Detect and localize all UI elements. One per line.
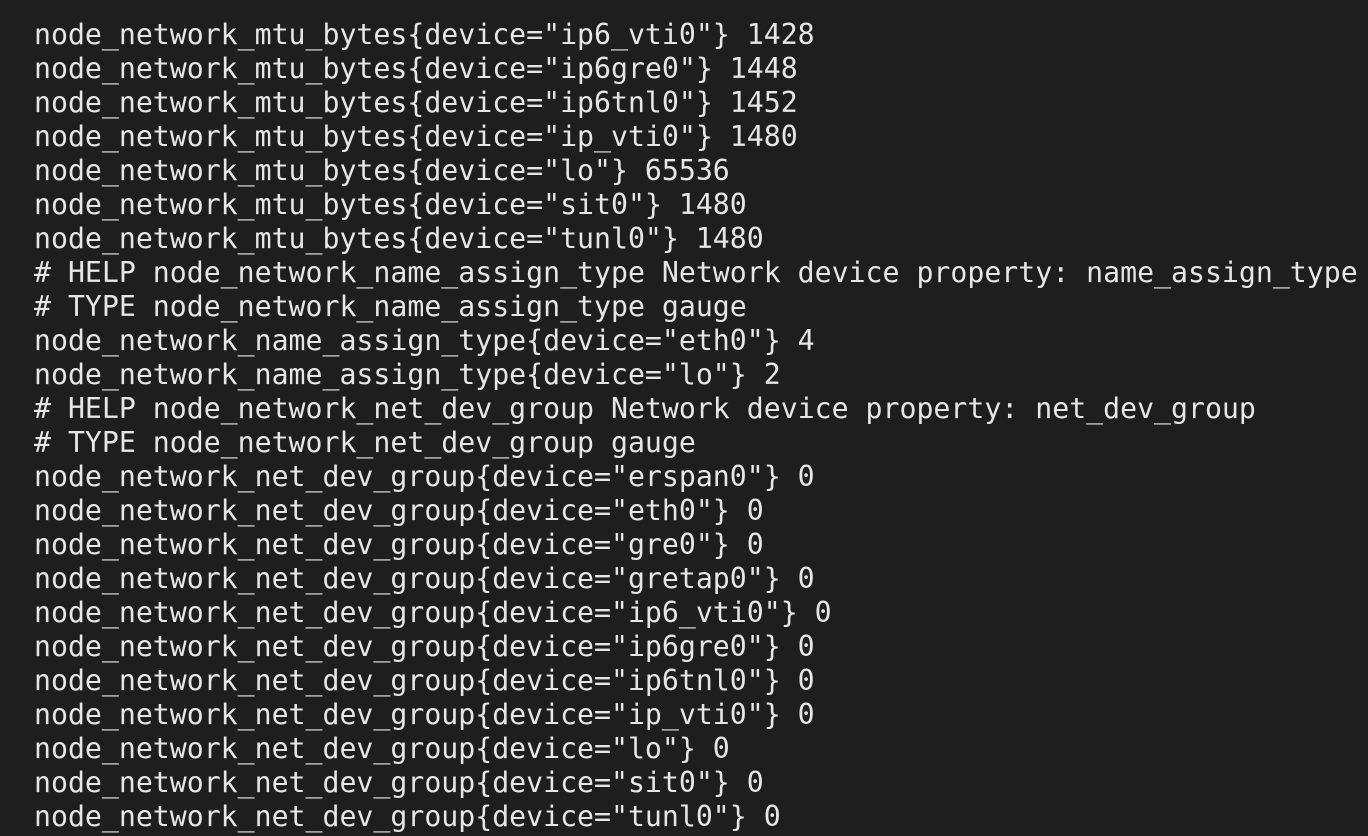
terminal-type-comment: # TYPE node_network_net_dev_group gauge — [34, 426, 696, 459]
terminal-line: node_network_net_dev_group{device="tunl0… — [34, 800, 781, 833]
terminal-line: node_network_net_dev_group{device="greta… — [34, 562, 815, 595]
terminal-help-comment: # HELP node_network_net_dev_group Networ… — [34, 392, 1256, 425]
terminal-line: node_network_mtu_bytes{device="ip6_vti0"… — [34, 18, 815, 51]
terminal-line: node_network_mtu_bytes{device="sit0"} 14… — [34, 188, 747, 221]
terminal-line: node_network_mtu_bytes{device="ip_vti0"}… — [34, 120, 798, 153]
terminal-line: node_network_net_dev_group{device="ip6tn… — [34, 664, 815, 697]
terminal-line: node_network_mtu_bytes{device="ip6gre0"}… — [34, 52, 798, 85]
terminal-line: node_network_net_dev_group{device="ip6_v… — [34, 596, 832, 629]
terminal-line: node_network_net_dev_group{device="erspa… — [34, 460, 815, 493]
terminal-window[interactable]: node_network_mtu_bytes{device="ip6_vti0"… — [0, 0, 1368, 836]
terminal-line: node_network_net_dev_group{device="lo"} … — [34, 732, 730, 765]
terminal-output: node_network_mtu_bytes{device="ip6_vti0"… — [34, 18, 1358, 834]
terminal-line: node_network_name_assign_type{device="et… — [34, 324, 815, 357]
terminal-line: node_network_net_dev_group{device="ip_vt… — [34, 698, 815, 731]
terminal-help-comment: # HELP node_network_name_assign_type Net… — [34, 256, 1358, 289]
terminal-type-comment: # TYPE node_network_name_assign_type gau… — [34, 290, 747, 323]
terminal-line: node_network_name_assign_type{device="lo… — [34, 358, 781, 391]
terminal-line: node_network_net_dev_group{device="ip6gr… — [34, 630, 815, 663]
terminal-line: node_network_net_dev_group{device="gre0"… — [34, 528, 764, 561]
terminal-line: node_network_net_dev_group{device="eth0"… — [34, 494, 764, 527]
terminal-line: node_network_net_dev_group{device="sit0"… — [34, 766, 764, 799]
terminal-line: node_network_mtu_bytes{device="ip6tnl0"}… — [34, 86, 798, 119]
terminal-line: node_network_mtu_bytes{device="tunl0"} 1… — [34, 222, 764, 255]
terminal-line: node_network_mtu_bytes{device="lo"} 6553… — [34, 154, 730, 187]
